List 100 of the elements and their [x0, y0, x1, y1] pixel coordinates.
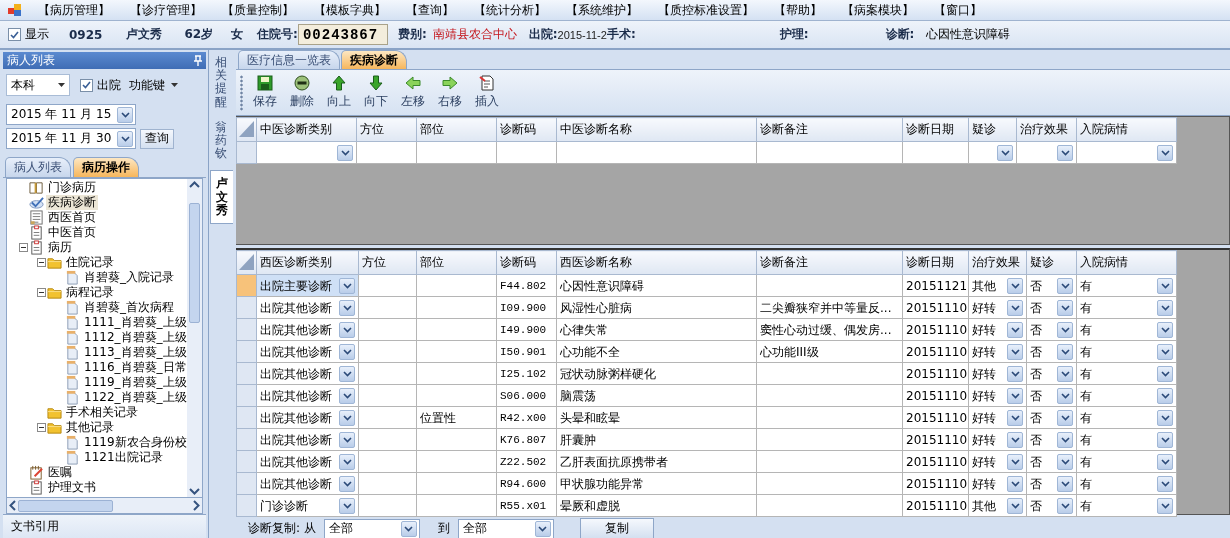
tree-item[interactable]: 病历	[46, 240, 74, 255]
collapse-icon[interactable]	[36, 423, 46, 432]
tab[interactable]: 病历操作	[73, 157, 139, 177]
dropdown-button[interactable]	[1007, 475, 1023, 492]
column-header[interactable]: 方位	[358, 250, 417, 275]
dropdown-button[interactable]	[1157, 365, 1173, 382]
dropdown-button[interactable]	[1157, 299, 1173, 316]
column-header[interactable]: 疑诊	[1026, 250, 1077, 275]
copy-button[interactable]: 复制	[579, 518, 654, 538]
side-tab[interactable]: 卢文秀	[209, 170, 233, 224]
column-header[interactable]: 西医诊断类别	[256, 250, 359, 275]
tab[interactable]: 病人列表	[5, 157, 71, 177]
dropdown-button[interactable]	[1057, 299, 1073, 316]
dropdown-button[interactable]	[1157, 453, 1173, 470]
dropdown-button[interactable]	[337, 144, 353, 161]
dropdown-button[interactable]	[339, 453, 355, 470]
tree-item[interactable]: 病程记录	[64, 285, 116, 300]
tree-item[interactable]: 1113_肖碧葵_上级	[82, 345, 187, 360]
dropdown-button[interactable]	[339, 475, 355, 492]
dropdown-button[interactable]	[1157, 277, 1173, 294]
vertical-scrollbar[interactable]	[187, 179, 202, 497]
menu-item[interactable]: 【窗口】	[924, 1, 992, 19]
tree-item[interactable]: 1122_肖碧葵_上级	[82, 390, 187, 405]
dropdown-button[interactable]	[117, 106, 134, 123]
dropdown-button[interactable]	[339, 365, 355, 382]
dropdown-button[interactable]	[1007, 365, 1023, 382]
tree-item[interactable]: 1121出院记录	[82, 450, 165, 465]
date-picker[interactable]: 2015 年 11 月 15	[6, 104, 137, 125]
menu-item[interactable]: 【系统维护】	[556, 1, 648, 19]
tab[interactable]: 医疗信息一览表	[238, 50, 340, 69]
dropdown-button[interactable]	[339, 431, 355, 448]
menu-item[interactable]: 【质量控制】	[212, 1, 304, 19]
column-header[interactable]: 诊断码	[496, 250, 557, 275]
tree-item[interactable]: 1111_肖碧葵_上级	[82, 315, 187, 330]
dropdown-button[interactable]	[339, 343, 355, 360]
toolbar-button[interactable]: 右移	[431, 75, 468, 110]
dropdown-button[interactable]	[1057, 144, 1073, 161]
dropdown-button[interactable]	[400, 520, 417, 537]
dropdown-button[interactable]	[339, 409, 355, 426]
dropdown-button[interactable]	[1057, 475, 1073, 492]
dropdown-button[interactable]	[1157, 144, 1173, 161]
dropdown-button[interactable]	[1157, 431, 1173, 448]
tree-item[interactable]: 1119_肖碧葵_上级	[82, 375, 187, 390]
dropdown-button[interactable]	[117, 130, 134, 147]
dropdown-button[interactable]	[1007, 431, 1023, 448]
dropdown-button[interactable]	[1057, 453, 1073, 470]
function-keys-menu[interactable]: 功能键	[129, 76, 178, 94]
tree-item[interactable]: 1116_肖碧葵_日常	[82, 360, 187, 375]
column-header[interactable]: 部位	[416, 250, 497, 275]
dropdown-button[interactable]	[1007, 453, 1023, 470]
dropdown-button[interactable]	[1007, 343, 1023, 360]
tree-item[interactable]: 中医首页	[46, 225, 98, 240]
column-header[interactable]: 治疗效果	[968, 250, 1027, 275]
column-header[interactable]: 诊断日期	[902, 250, 969, 275]
toolbar-button[interactable]: 向下	[357, 75, 394, 110]
pin-icon[interactable]	[194, 55, 202, 66]
dropdown-button[interactable]	[339, 321, 355, 338]
toolbar-button[interactable]: 向上	[320, 75, 357, 110]
dropdown-button[interactable]	[1057, 365, 1073, 382]
column-header[interactable]: 诊断日期	[902, 117, 969, 142]
tab[interactable]: 疾病诊断	[341, 50, 407, 69]
date-picker[interactable]: 2015 年 11 月 30	[6, 128, 137, 149]
column-header[interactable]: 诊断备注	[756, 117, 903, 142]
tree-item[interactable]: 住院记录	[64, 255, 116, 270]
tree-item[interactable]: 肖碧葵_首次病程	[82, 300, 176, 315]
toolbar-button[interactable]: 左移	[394, 75, 431, 110]
tree-item[interactable]: 手术相关记录	[64, 405, 140, 420]
dropdown-button[interactable]	[1157, 497, 1173, 514]
dropdown-button[interactable]	[339, 387, 355, 404]
dropdown-button[interactable]	[1007, 277, 1023, 294]
toolbar-button[interactable]: 插入	[468, 75, 505, 110]
dropdown-button[interactable]	[1007, 409, 1023, 426]
tree-item[interactable]: 疾病诊断	[46, 195, 98, 210]
checkbox[interactable]	[8, 28, 21, 41]
menu-item[interactable]: 【诊疗管理】	[120, 1, 212, 19]
dropdown-button[interactable]	[1157, 321, 1173, 338]
collapse-icon[interactable]	[36, 258, 46, 267]
dropdown-button[interactable]	[1007, 321, 1023, 338]
department-dropdown[interactable]: 本科	[6, 74, 70, 96]
dropdown-button[interactable]	[534, 520, 551, 537]
column-header[interactable]: 中医诊断名称	[556, 117, 757, 142]
menu-item[interactable]: 【查询】	[396, 1, 464, 19]
range-dropdown[interactable]: 全部	[457, 518, 554, 538]
column-header[interactable]: 部位	[416, 117, 497, 142]
dropdown-button[interactable]	[1157, 387, 1173, 404]
column-header[interactable]: 治疗效果	[1016, 117, 1077, 142]
tree-item[interactable]: 护理文书	[46, 480, 98, 495]
side-tab[interactable]: 相关提醒	[215, 54, 227, 111]
horizontal-scrollbar[interactable]	[6, 498, 203, 514]
tree-item[interactable]: 肖碧葵_入院记录	[82, 270, 176, 285]
dropdown-button[interactable]	[339, 497, 355, 514]
dropdown-button[interactable]	[1157, 475, 1173, 492]
dropdown-button[interactable]	[1057, 431, 1073, 448]
tree-item[interactable]: 1112_肖碧葵_上级	[82, 330, 187, 345]
admission-number-field[interactable]: 00243867	[297, 24, 388, 45]
dropdown-button[interactable]	[1057, 321, 1073, 338]
dropdown-button[interactable]	[1157, 409, 1173, 426]
toolbar-button[interactable]: 保存	[246, 75, 283, 110]
menu-item[interactable]: 【模板字典】	[304, 1, 396, 19]
dropdown-button[interactable]	[1057, 277, 1073, 294]
